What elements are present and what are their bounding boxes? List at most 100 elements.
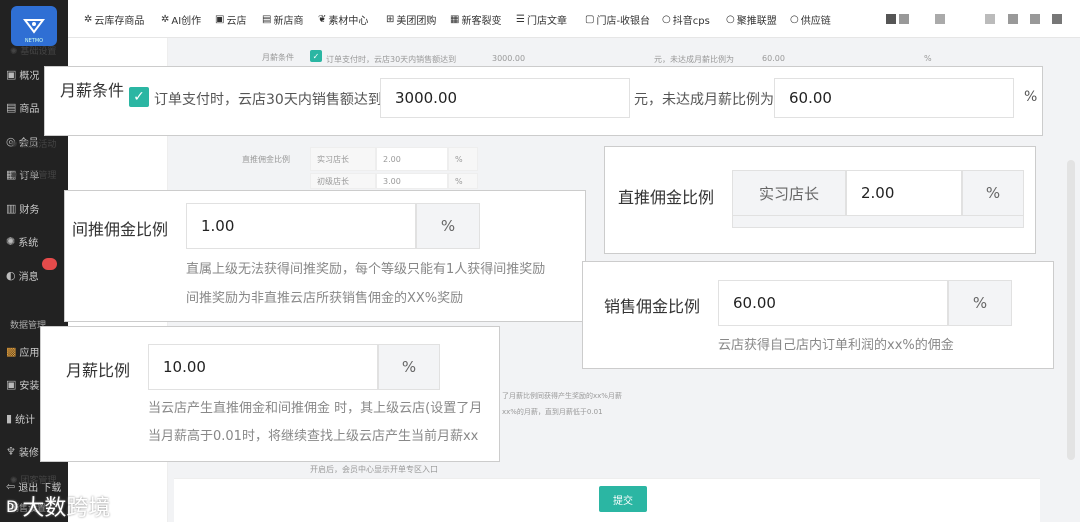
nav-new-customer[interactable]: ▦ 新客裂变 [450, 12, 501, 27]
sidebar-item-goods[interactable]: ▤ 商品 [6, 97, 39, 117]
submenu-group-customer[interactable]: ✺ 团客管理 [10, 473, 56, 486]
submenu-topic[interactable]: ✺ 专题管理 [10, 168, 56, 181]
bg-checkbox[interactable]: ✓ [310, 50, 322, 62]
cashier-icon: ▢ [585, 14, 595, 25]
redacted-block [935, 14, 945, 24]
monthly-condition-label: 月薪条件 [60, 81, 125, 100]
nav-supply-chain[interactable]: ○ 供应链 [790, 12, 831, 27]
salary-ratio-input[interactable]: 10.00 [148, 344, 378, 390]
apps-icon: ▩ [6, 344, 17, 358]
gear-icon: ✺ [10, 47, 21, 57]
gear-icon: ✺ [10, 476, 21, 486]
scrollbar[interactable] [1067, 160, 1075, 460]
circle-icon: ○ [662, 14, 671, 25]
indirect-commission-input[interactable]: 1.00 [186, 203, 416, 249]
bg-direct-unit-2: % [448, 173, 478, 189]
watermark-logo-icon: ↁ [6, 496, 19, 516]
sidebar-item-decor[interactable]: ♆ 装修 [6, 441, 39, 461]
logo[interactable]: NETMO [11, 6, 57, 46]
nav-store-article[interactable]: ☰ 门店文章 [516, 12, 567, 27]
bg-direct-label: 直推佣金比例 [242, 155, 290, 164]
direct-commission-label: 直推佣金比例 [618, 188, 715, 207]
bg-monthly-label: 月薪条件 [262, 53, 294, 62]
redacted-block [1052, 14, 1062, 24]
bg-percent: % [924, 54, 932, 63]
salary-ratio-unit: % [378, 344, 440, 390]
monthly-ratio-unit: % [1024, 89, 1038, 105]
bell-icon: ◐ [6, 268, 16, 282]
settings-icon: ✲ [84, 14, 93, 25]
bg-bottom-note: 开启后，会员中心显示开单专区入口 [310, 465, 438, 474]
circle-icon: ○ [790, 14, 799, 25]
monthly-amount-input[interactable]: 3000.00 [380, 78, 630, 118]
sidebar-item-apps[interactable]: ▩ 应用 [6, 341, 39, 361]
list-icon: ☰ [516, 14, 525, 25]
sidebar-item-overview[interactable]: ▣ 概况 [6, 64, 39, 84]
submenu-incentive[interactable]: ✺ 激励活动 [10, 137, 56, 150]
redacted-block [886, 14, 896, 24]
redacted-block [1030, 14, 1040, 24]
nav-cashier[interactable]: ▢ 门店-收银台 [585, 12, 650, 27]
gear-icon: ✺ [6, 234, 16, 248]
sales-commission-unit: % [948, 280, 1012, 326]
ai-icon: ✲ [161, 14, 170, 25]
nav-douyin[interactable]: ○ 抖音cps [662, 12, 710, 27]
redacted-block [985, 14, 995, 24]
direct-commission-input[interactable]: 2.00 [846, 170, 962, 216]
bg-right-note-2: xx%的月薪，直到月薪低于0.01 [502, 408, 603, 416]
bg-monthly-suffix: 元，未达成月薪比例为 [654, 55, 734, 64]
bg-monthly-text: 订单支付时，云店30天内销售额达到 [326, 55, 457, 64]
bg-direct-tier-1: 实习店长 [310, 147, 376, 171]
download-icon: ▣ [6, 377, 17, 391]
salary-note-1: 当云店产生直推佣金和间推佣金 时，其上级云店(设置了月 [148, 401, 483, 416]
bg-direct-unit-1: % [448, 147, 478, 171]
material-icon: ❦ [318, 14, 327, 25]
indirect-commission-label: 间推佣金比例 [72, 220, 169, 239]
nav-alliance[interactable]: ○ 聚推联盟 [726, 12, 777, 27]
bg-direct-value-2[interactable]: 3.00 [376, 173, 448, 189]
sidebar-item-stats[interactable]: ▮ 统计 [6, 408, 35, 428]
direct-commission-unit: % [962, 170, 1024, 216]
box-icon: ▤ [6, 100, 17, 114]
nav-cloud-store[interactable]: ▣ 云店 [215, 12, 246, 27]
bg-right-note-1: 了月薪比例同获得产生奖励的xx%月薪 [502, 392, 622, 400]
sidebar-item-install[interactable]: ▣ 安装 [6, 374, 39, 394]
direct-tier-label: 实习店长 [732, 170, 846, 216]
salary-note-2: 当月薪高于0.01时，将继续查找上级云店产生当前月薪xx [148, 429, 479, 444]
nav-ai-create[interactable]: ✲ AI创作 [161, 12, 201, 27]
monthly-condition-text: 订单支付时，云店30天内销售额达到 [154, 92, 382, 108]
check-icon: ✓ [312, 51, 320, 61]
logo-icon [23, 19, 45, 34]
bg-monthly-value: 3000.00 [492, 54, 526, 63]
brush-icon: ♆ [6, 444, 16, 458]
nav-cloud-goods[interactable]: ✲ 云库存商品 [84, 12, 144, 27]
salary-ratio-label: 月薪比例 [66, 361, 131, 380]
submit-button[interactable]: 提交 [599, 486, 647, 512]
nav-new-store[interactable]: ▤ 新店商 [262, 12, 303, 27]
gear-icon: ✺ [10, 140, 21, 150]
nav-material[interactable]: ❦ 素材中心 [318, 12, 368, 27]
bg-monthly-ratio: 60.00 [762, 54, 785, 63]
message-badge [42, 258, 57, 270]
monthly-ratio-input[interactable]: 60.00 [774, 78, 1014, 118]
submenu-basic-settings[interactable]: ✺ 基础设置 [10, 44, 56, 57]
check-icon: ✓ [133, 89, 145, 105]
sales-commission-note: 云店获得自己店内订单利润的xx%的佣金 [718, 338, 954, 353]
indirect-note-1: 直属上级无法获得间推奖励，每个等级只能有1人获得间推奖励 [186, 262, 546, 277]
nav-meituan[interactable]: ⊞ 美团团购 [386, 12, 436, 27]
bg-direct-tier-2: 初级店长 [310, 173, 376, 189]
bg-direct-value-1[interactable]: 2.00 [376, 147, 448, 171]
direct-next-row [732, 216, 1024, 228]
sidebar-item-messages[interactable]: ◐ 消息 [6, 265, 39, 285]
gear-icon: ✺ [10, 171, 21, 181]
plus-icon: ⊞ [386, 14, 395, 25]
bar-icon: ▮ [6, 411, 13, 425]
monthly-condition-suffix: 元，未达成月薪比例为 [634, 92, 774, 108]
monthly-condition-checkbox[interactable]: ✓ [129, 87, 149, 107]
store-icon: ▤ [262, 14, 272, 25]
sidebar-item-system[interactable]: ✺ 系统 [6, 231, 38, 251]
sales-commission-input[interactable]: 60.00 [718, 280, 948, 326]
watermark: ↁ 大数跨境 [6, 496, 111, 521]
redacted-block [899, 14, 909, 24]
sidebar-item-finance[interactable]: ▥ 财务 [6, 198, 39, 218]
